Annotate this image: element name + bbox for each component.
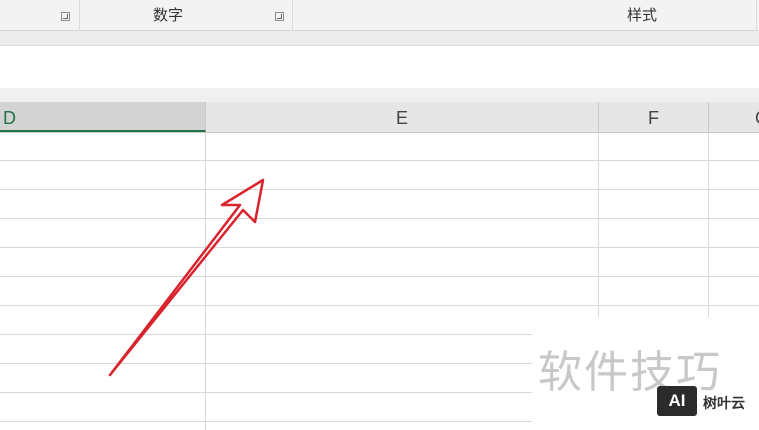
row-border bbox=[0, 276, 759, 277]
column-header-g[interactable]: G bbox=[709, 102, 759, 132]
row-border bbox=[0, 218, 759, 219]
group-label-number: 数字 bbox=[153, 6, 184, 24]
row-border bbox=[0, 392, 532, 393]
row-border bbox=[0, 334, 532, 335]
group-separator bbox=[756, 0, 757, 30]
row-border bbox=[0, 363, 532, 364]
group-separator bbox=[292, 0, 293, 30]
column-header-d[interactable]: D bbox=[0, 102, 206, 132]
row-border bbox=[0, 247, 759, 248]
watermark-brand: 树叶云 bbox=[703, 396, 745, 412]
group-label-styles: 样式 bbox=[627, 6, 658, 24]
column-header-f[interactable]: F bbox=[599, 102, 709, 132]
column-border bbox=[205, 132, 206, 430]
number-dialog-launcher-icon[interactable] bbox=[275, 12, 284, 21]
column-header-row: D E F G bbox=[0, 102, 759, 133]
dialog-launcher-icon[interactable] bbox=[61, 12, 70, 21]
ribbon-collapse-strip bbox=[0, 31, 759, 46]
watermark-logo-badge: AI bbox=[657, 386, 697, 416]
row-border bbox=[0, 160, 759, 161]
ribbon-group-labels: 数字 样式 bbox=[0, 0, 759, 31]
group-separator bbox=[79, 0, 80, 30]
column-header-e[interactable]: E bbox=[206, 102, 599, 132]
formula-bar bbox=[0, 46, 759, 89]
row-border bbox=[0, 189, 759, 190]
formula-input[interactable] bbox=[0, 46, 759, 88]
row-border bbox=[0, 421, 532, 422]
sheet-top-gap bbox=[0, 88, 759, 102]
row-border bbox=[0, 305, 759, 306]
cell-e-active[interactable] bbox=[206, 132, 598, 160]
